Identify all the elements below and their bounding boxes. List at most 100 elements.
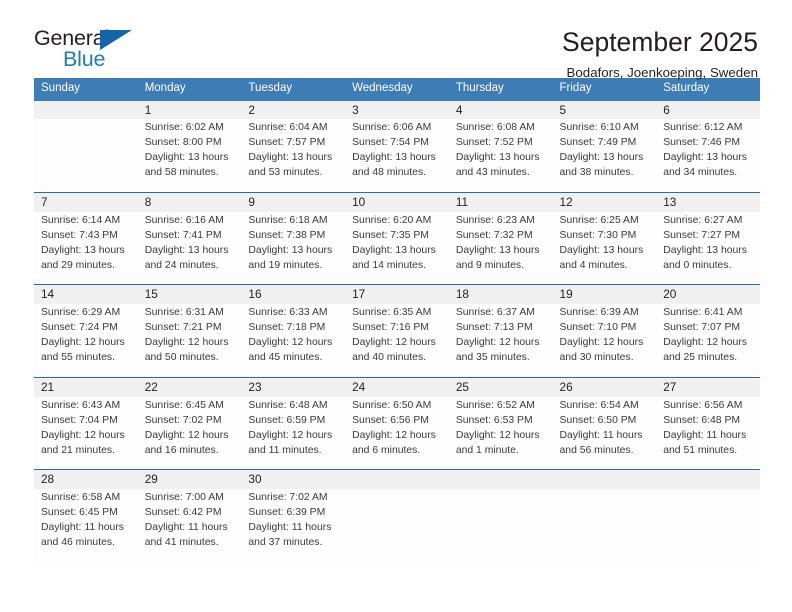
day-detail-line: Sunrise: 6:27 AM (663, 214, 743, 226)
day-cell[interactable]: Sunrise: 6:48 AM Sunset: 6:59 PM Daylight:… (241, 396, 346, 470)
day-number[interactable]: 14 (34, 284, 138, 305)
day-cell[interactable]: Sunrise: 6:06 AM Sunset: 7:54 PM Daylight:… (345, 119, 449, 193)
day-detail-line: and 58 minutes. (144, 167, 219, 179)
day-number[interactable]: 16 (241, 284, 346, 305)
day-detail-line: Sunrise: 6:08 AM (455, 122, 535, 134)
week-detail-row: Sunrise: 6:14 AM Sunset: 7:43 PM Daylight:… (34, 211, 760, 285)
day-cell[interactable]: Sunrise: 6:31 AM Sunset: 7:21 PM Daylight:… (137, 304, 242, 378)
day-cell[interactable]: Sunrise: 7:00 AM Sunset: 6:42 PM Daylight:… (137, 489, 242, 562)
day-number[interactable]: 9 (241, 191, 346, 212)
day-number[interactable]: 19 (552, 284, 657, 305)
day-number[interactable]: 26 (552, 376, 657, 397)
weekday-header-saturday: Saturday (656, 78, 760, 101)
day-detail-line: Daylight: 12 hours (352, 429, 436, 441)
day-cell[interactable]: Sunrise: 6:10 AM Sunset: 7:49 PM Daylight:… (552, 119, 657, 193)
day-detail-line: Sunrise: 6:16 AM (144, 214, 224, 226)
day-detail-line: Sunset: 7:13 PM (455, 322, 533, 334)
day-cell[interactable]: Sunrise: 6:35 AM Sunset: 7:16 PM Daylight:… (345, 304, 449, 378)
day-detail-line: Sunset: 6:45 PM (41, 507, 118, 519)
day-detail-line: Sunset: 7:02 PM (144, 414, 222, 426)
day-number[interactable]: 29 (137, 469, 242, 490)
day-detail-line: Sunset: 6:48 PM (663, 414, 741, 426)
day-number[interactable]: 17 (345, 284, 449, 305)
day-number[interactable]: 3 (345, 100, 449, 120)
day-number[interactable]: 7 (34, 191, 138, 212)
day-cell[interactable]: Sunrise: 6:27 AM Sunset: 7:27 PM Daylight:… (656, 211, 760, 285)
day-number[interactable]: 22 (137, 376, 242, 397)
day-number[interactable]: 8 (137, 191, 242, 212)
day-number[interactable]: 15 (137, 284, 242, 305)
day-number[interactable]: 18 (448, 284, 553, 305)
day-detail-line: Sunrise: 6:58 AM (41, 492, 121, 504)
day-number[interactable]: 27 (656, 376, 760, 397)
day-cell[interactable]: Sunrise: 6:58 AM Sunset: 6:45 PM Daylight:… (34, 489, 138, 562)
day-number[interactable]: 23 (241, 376, 346, 397)
day-number[interactable]: 1 (137, 100, 242, 120)
week-daynumber-row: 28 29 30 (34, 469, 760, 490)
day-detail-line: Daylight: 11 hours (559, 429, 643, 441)
day-detail-line: Sunset: 7:41 PM (144, 229, 222, 241)
day-number[interactable]: 6 (656, 100, 760, 120)
day-detail-line: Daylight: 13 hours (248, 152, 333, 164)
day-detail-line: and 51 minutes. (663, 444, 738, 456)
day-detail-line: Sunset: 7:10 PM (559, 322, 637, 334)
day-cell[interactable]: Sunrise: 6:29 AM Sunset: 7:24 PM Daylight:… (34, 304, 138, 378)
day-cell[interactable]: Sunrise: 6:50 AM Sunset: 6:56 PM Daylight:… (345, 396, 449, 470)
day-cell[interactable]: Sunrise: 6:54 AM Sunset: 6:50 PM Daylight:… (552, 396, 657, 470)
day-detail-line: and 21 minutes. (41, 444, 115, 456)
day-detail-line: Sunset: 7:54 PM (352, 137, 429, 149)
day-cell[interactable]: Sunrise: 6:43 AM Sunset: 7:04 PM Daylight:… (34, 396, 138, 470)
day-cell[interactable]: Sunrise: 6:56 AM Sunset: 6:48 PM Daylight:… (656, 396, 760, 470)
day-detail-line: Sunrise: 6:06 AM (352, 122, 432, 134)
day-detail-line: Daylight: 12 hours (455, 337, 540, 349)
day-cell[interactable]: Sunrise: 6:18 AM Sunset: 7:38 PM Daylight:… (241, 211, 346, 285)
day-detail-line: Daylight: 13 hours (455, 152, 540, 164)
day-number-empty (552, 469, 657, 490)
day-detail-line: Sunrise: 6:14 AM (41, 214, 121, 226)
day-detail-line: Sunset: 6:42 PM (144, 507, 222, 519)
day-detail-line: Daylight: 12 hours (144, 429, 229, 441)
day-cell[interactable]: Sunrise: 6:39 AM Sunset: 7:10 PM Daylight:… (552, 304, 657, 378)
day-cell[interactable]: Sunrise: 7:02 AM Sunset: 6:39 PM Daylight:… (241, 489, 346, 562)
day-number[interactable]: 13 (656, 191, 760, 212)
day-cell[interactable]: Sunrise: 6:02 AM Sunset: 8:00 PM Daylight:… (137, 119, 242, 193)
day-detail-line: and 25 minutes. (663, 352, 738, 364)
day-number[interactable]: 2 (241, 100, 346, 120)
brand-logo[interactable]: General Blue (34, 26, 152, 72)
day-number[interactable]: 24 (345, 376, 449, 397)
day-detail-line: Sunrise: 7:00 AM (144, 492, 224, 504)
day-number[interactable]: 25 (448, 376, 553, 397)
day-cell[interactable]: Sunrise: 6:41 AM Sunset: 7:07 PM Daylight:… (656, 304, 760, 378)
day-cell[interactable]: Sunrise: 6:45 AM Sunset: 7:02 PM Daylight:… (137, 396, 242, 470)
day-number[interactable]: 20 (656, 284, 760, 305)
day-number[interactable]: 12 (552, 191, 657, 212)
day-number[interactable]: 10 (345, 191, 449, 212)
day-number[interactable]: 5 (552, 100, 657, 120)
day-cell[interactable]: Sunrise: 6:14 AM Sunset: 7:43 PM Daylight:… (34, 211, 138, 285)
day-number[interactable]: 21 (34, 376, 138, 397)
day-number[interactable]: 4 (448, 100, 553, 120)
day-detail-line: and 14 minutes. (352, 259, 427, 271)
day-cell[interactable]: Sunrise: 6:04 AM Sunset: 7:57 PM Daylight:… (241, 119, 346, 193)
weekday-header-row: Sunday Monday Tuesday Wednesday Thursday Frid… (34, 78, 760, 101)
day-cell[interactable]: Sunrise: 6:52 AM Sunset: 6:53 PM Daylight:… (448, 396, 553, 470)
day-cell[interactable]: Sunrise: 6:20 AM Sunset: 7:35 PM Daylight:… (345, 211, 449, 285)
day-number[interactable]: 30 (241, 469, 346, 490)
day-cell[interactable]: Sunrise: 6:08 AM Sunset: 7:52 PM Daylight:… (448, 119, 553, 193)
day-number[interactable]: 28 (34, 469, 138, 490)
day-cell[interactable]: Sunrise: 6:23 AM Sunset: 7:32 PM Daylight:… (448, 211, 553, 285)
day-detail-line: Sunset: 7:49 PM (559, 137, 637, 149)
day-cell[interactable]: Sunrise: 6:16 AM Sunset: 7:41 PM Daylight:… (137, 211, 242, 285)
day-cell[interactable]: Sunrise: 6:33 AM Sunset: 7:18 PM Daylight:… (241, 304, 346, 378)
day-detail-line: and 4 minutes. (559, 259, 628, 271)
day-detail-line: Daylight: 13 hours (352, 152, 436, 164)
day-detail-line: and 0 minutes. (663, 259, 732, 271)
day-cell[interactable]: Sunrise: 6:37 AM Sunset: 7:13 PM Daylight:… (448, 304, 553, 378)
day-detail-line: Sunset: 7:46 PM (663, 137, 741, 149)
day-detail-line: and 53 minutes. (248, 167, 323, 179)
calendar-table: Sunday Monday Tuesday Wednesday Thursday Frid… (34, 78, 760, 562)
day-detail-line: Sunset: 7:38 PM (248, 229, 326, 241)
day-cell[interactable]: Sunrise: 6:12 AM Sunset: 7:46 PM Daylight:… (656, 119, 760, 193)
day-number[interactable]: 11 (448, 191, 553, 212)
day-cell[interactable]: Sunrise: 6:25 AM Sunset: 7:30 PM Daylight:… (552, 211, 657, 285)
